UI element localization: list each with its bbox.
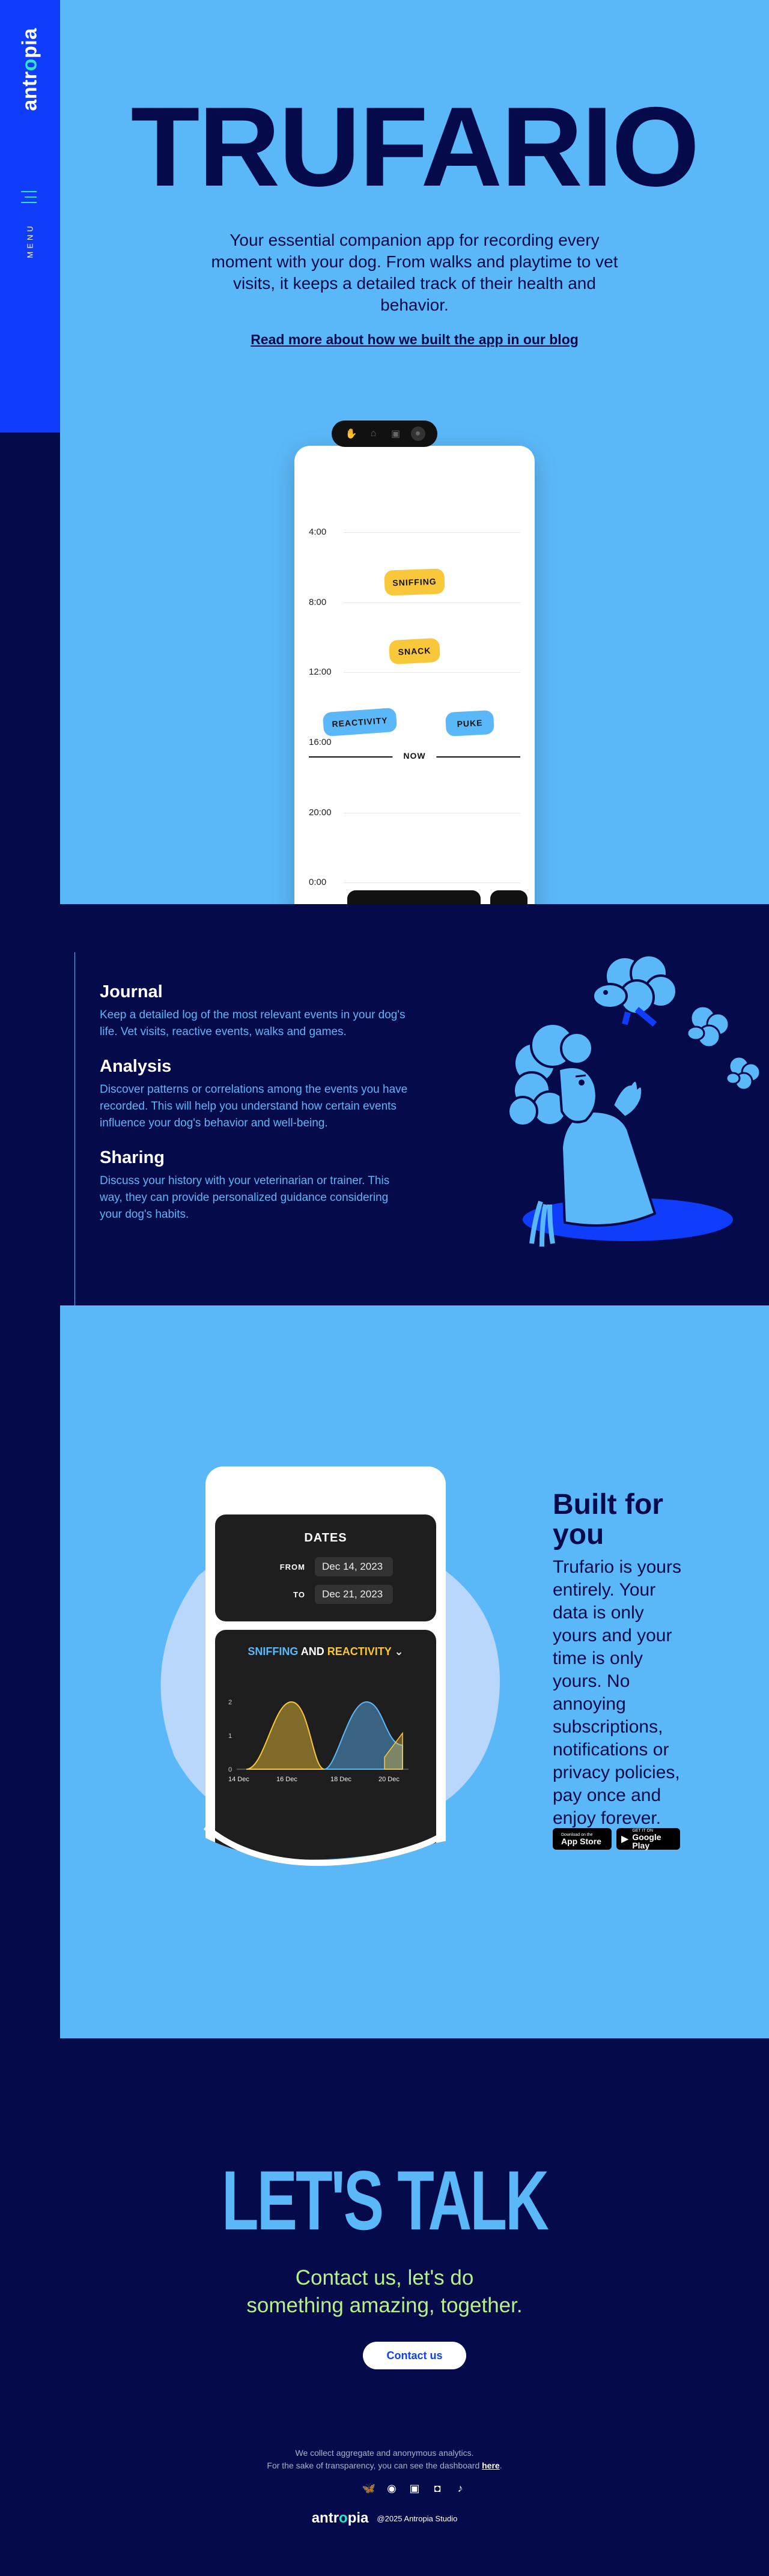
event-snack[interactable]: SNACK xyxy=(389,637,440,665)
hero-section: TRUFARIO Your essential companion app fo… xyxy=(60,0,769,904)
mastodon-icon[interactable]: ◘ xyxy=(431,2482,444,2495)
feature-journal: Journal Keep a detailed log of the most … xyxy=(100,982,412,1040)
bluesky-icon[interactable]: 🦋 xyxy=(362,2482,375,2495)
event-sniffing[interactable]: SNIFFING xyxy=(384,568,445,596)
app-store-badge[interactable]: Download on the App Store xyxy=(553,1828,612,1850)
timeline-row: 0:00 xyxy=(309,877,520,889)
chart-selector[interactable]: SNIFFING AND REACTIVITY ⌄ xyxy=(215,1645,436,1658)
feature-title: Sharing xyxy=(100,1148,165,1167)
contact-section: LET'S TALK Contact us, let's do somethin… xyxy=(0,2038,769,2576)
x-tick: 16 Dec xyxy=(276,1776,297,1783)
events-chart: 2 1 0 14 Dec 16 Dec 18 Dec 20 Dec xyxy=(228,1699,409,1783)
phone-mockup: 4:00 8:00 12:00 16:00 20:00 0:00 SNIFFIN… xyxy=(294,446,535,904)
talk-subtitle: Contact us, let's do something amazing, … xyxy=(246,2266,523,2317)
reactivity-area xyxy=(246,1701,325,1770)
x-tick: 20 Dec xyxy=(378,1776,400,1783)
page-title: TRUFARIO xyxy=(130,84,700,210)
feature-text: Keep a detailed log of the most relevant… xyxy=(100,1009,406,1038)
built-title: Built for you xyxy=(553,1489,663,1551)
y-tick: 2 xyxy=(228,1699,232,1706)
dates-card: DATES FROM Dec 14, 2023 TO Dec 21, 2023 xyxy=(215,1514,436,1621)
event-puke[interactable]: PUKE xyxy=(445,709,494,737)
x-tick: 14 Dec xyxy=(228,1776,249,1783)
sidebar: antropia MENU xyxy=(0,0,60,433)
chart-card: SNIFFING AND REACTIVITY ⌄ 2 1 0 14 Dec 1… xyxy=(215,1630,436,1882)
paw-icon[interactable]: ✋ xyxy=(344,427,359,441)
built-description: Trufario is yours entirely. Your data is… xyxy=(553,1557,681,1828)
bone-icon[interactable]: ⌂ xyxy=(366,427,381,441)
chart-icon[interactable]: ▣ xyxy=(389,427,403,441)
copyright: @2025 Antropia Studio xyxy=(377,2514,458,2523)
x-tick: 18 Dec xyxy=(330,1776,351,1783)
quick-action-button[interactable] xyxy=(490,890,527,904)
settings-icon[interactable]: ● xyxy=(410,427,425,441)
hero-description: Your essential companion app for recordi… xyxy=(211,231,618,314)
timeline-row: 4:00 xyxy=(309,527,520,539)
social-links: 🦋 ◉ ▣ ◘ ♪ xyxy=(354,2482,475,2500)
footer: antropia @2025 Antropia Studio xyxy=(0,2510,769,2527)
built-for-you-section: DATES FROM Dec 14, 2023 TO Dec 21, 2023 … xyxy=(60,1305,769,2038)
phone-toolbar: ✋ ⌂ ▣ ● xyxy=(332,421,437,447)
brand-logo[interactable]: antropia xyxy=(16,24,44,114)
analytics-notice: We collect aggregate and anonymous analy… xyxy=(267,2448,502,2470)
y-tick: 0 xyxy=(228,1766,232,1773)
to-date-field[interactable]: Dec 21, 2023 xyxy=(315,1585,393,1604)
github-icon[interactable]: ◉ xyxy=(385,2482,398,2495)
timeline-row: 20:00 xyxy=(309,807,520,819)
menu-icon[interactable] xyxy=(21,191,39,205)
dog-illustration xyxy=(507,954,761,1247)
contact-button[interactable]: Contact us xyxy=(363,2342,466,2369)
feature-text: Discuss your history with your veterinar… xyxy=(100,1174,390,1221)
google-play-badge[interactable]: ▶ GET IT ON Google Play xyxy=(616,1828,680,1850)
event-reactivity[interactable]: REACTIVITY xyxy=(322,707,398,737)
phone-bottom-bar xyxy=(347,890,527,904)
date-from-row: FROM Dec 14, 2023 xyxy=(274,1557,393,1577)
talk-title: LET'S TALK xyxy=(221,2153,549,2247)
feature-text: Discover patterns or correlations among … xyxy=(100,1083,408,1129)
timeline-row: 12:00 xyxy=(309,667,520,679)
footer-logo[interactable]: antropia xyxy=(312,2510,369,2527)
tiktok-icon[interactable]: ♪ xyxy=(454,2482,467,2495)
menu-label[interactable]: MENU xyxy=(18,219,42,261)
dates-title: DATES xyxy=(304,1531,347,1545)
timeline-row: 16:00 xyxy=(309,737,332,747)
dashboard-link[interactable]: here xyxy=(482,2461,500,2470)
date-to-row: TO Dec 21, 2023 xyxy=(274,1584,393,1605)
timeline-row: 8:00 xyxy=(309,597,520,609)
add-event-button[interactable] xyxy=(347,890,481,904)
from-label: FROM xyxy=(279,1562,305,1572)
now-indicator: NOW xyxy=(309,751,520,763)
feature-analysis: Analysis Discover patterns or correlatio… xyxy=(100,1057,412,1132)
from-date-field[interactable]: Dec 14, 2023 xyxy=(315,1557,393,1576)
feature-title: Journal xyxy=(100,982,163,1001)
feature-sharing: Sharing Discuss your history with your v… xyxy=(100,1148,412,1223)
to-label: TO xyxy=(293,1590,305,1599)
divider xyxy=(74,952,75,1307)
features-section: Journal Keep a detailed log of the most … xyxy=(60,904,769,1307)
feature-title: Analysis xyxy=(100,1057,172,1076)
y-tick: 1 xyxy=(228,1733,232,1740)
chevron-down-icon: ⌄ xyxy=(394,1645,404,1657)
play-icon: ▶ xyxy=(621,1834,629,1844)
phone-mockup-analysis: DATES FROM Dec 14, 2023 TO Dec 21, 2023 … xyxy=(205,1466,446,1887)
linkedin-icon[interactable]: ▣ xyxy=(408,2482,421,2495)
blog-link[interactable]: Read more about how we built the app in … xyxy=(60,332,769,348)
